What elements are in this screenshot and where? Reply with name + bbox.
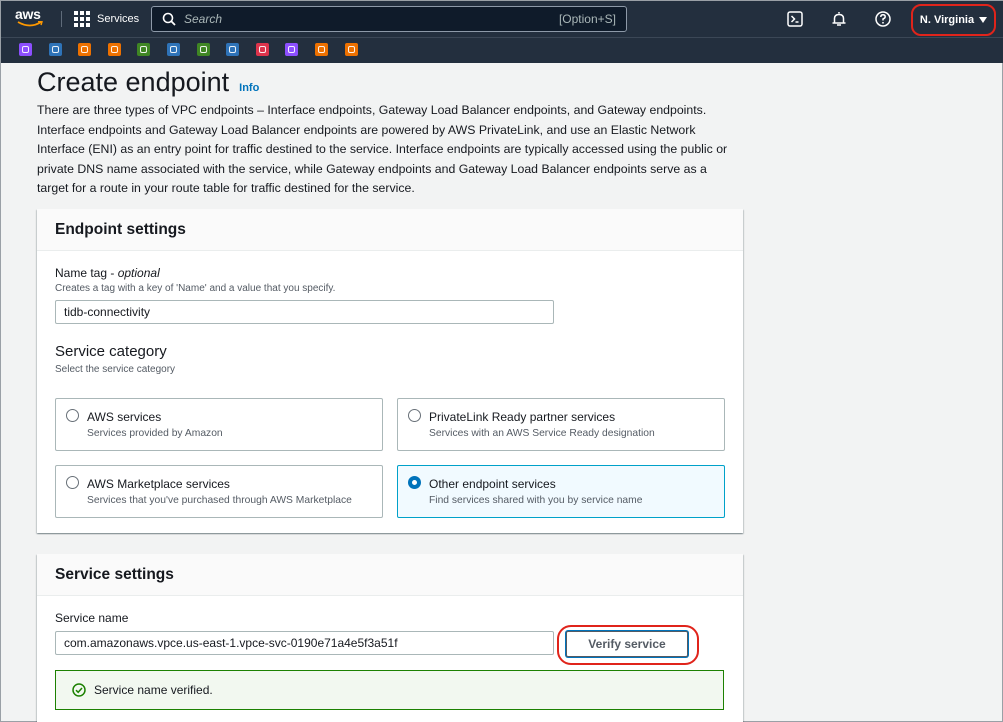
radio-button[interactable]	[66, 409, 79, 422]
terminal-icon[interactable]	[786, 10, 804, 28]
service-settings-header: Service settings	[37, 554, 743, 596]
info-link[interactable]: Info	[239, 82, 259, 94]
verify-service-button[interactable]: Verify service	[566, 631, 688, 657]
aws-smile-icon	[17, 21, 43, 27]
services-label: Services	[97, 13, 140, 25]
nav-divider	[61, 11, 62, 27]
endpoint-settings-header: Endpoint settings	[37, 209, 743, 251]
radio-button[interactable]	[408, 409, 421, 422]
services-menu-button[interactable]: Services	[74, 10, 139, 28]
fav-service-10-icon[interactable]	[285, 43, 299, 56]
name-tag-description: Creates a tag with a key of 'Name' and a…	[55, 283, 336, 294]
service-settings-panel: Service settings Service name Verify ser…	[37, 554, 743, 722]
search-input[interactable]	[176, 12, 559, 26]
service-category-title: Service category	[55, 343, 167, 360]
option-description: Services provided by Amazon	[87, 428, 223, 439]
option-privatelink-partner-services[interactable]: PrivateLink Ready partner services Servi…	[397, 398, 725, 451]
check-circle-icon	[72, 683, 86, 697]
fav-service-12-icon[interactable]	[344, 43, 358, 56]
fav-service-7-icon[interactable]	[196, 43, 210, 56]
option-title: Other endpoint services	[429, 477, 556, 491]
fav-service-4-icon[interactable]	[107, 43, 121, 56]
aws-logo[interactable]: aws	[15, 7, 49, 31]
aws-logo-text: aws	[15, 6, 41, 22]
fav-service-9-icon[interactable]	[255, 43, 269, 56]
radio-button[interactable]	[66, 476, 79, 489]
region-label: N. Virginia	[919, 14, 975, 26]
name-tag-label: Name tag - optional	[55, 266, 160, 280]
fav-service-6-icon[interactable]	[167, 43, 180, 56]
success-alert: Service name verified.	[55, 670, 724, 710]
search-bar[interactable]: [Option+S]	[151, 6, 627, 32]
option-aws-services[interactable]: AWS services Services provided by Amazon	[55, 398, 383, 451]
option-aws-marketplace-services[interactable]: AWS Marketplace services Services that y…	[55, 465, 383, 518]
option-title: AWS Marketplace services	[87, 477, 230, 491]
fav-service-8-icon[interactable]	[226, 43, 240, 56]
endpoint-settings-panel: Endpoint settings Name tag - optional Cr…	[37, 209, 743, 533]
option-title: PrivateLink Ready partner services	[429, 410, 616, 424]
fav-service-1-icon[interactable]	[19, 43, 32, 56]
favorites-bar	[1, 37, 1003, 63]
fav-service-11-icon[interactable]	[315, 43, 328, 56]
option-description: Find services shared with you by service…	[429, 495, 643, 506]
service-settings-title: Service settings	[55, 565, 174, 583]
optional-marker: optional	[117, 266, 160, 280]
option-description: Services with an AWS Service Ready desig…	[429, 428, 655, 439]
bell-icon[interactable]	[830, 10, 848, 28]
help-icon[interactable]	[874, 10, 892, 28]
region-selector[interactable]: N. Virginia	[911, 4, 996, 36]
page-description: There are three types of VPC endpoints –…	[37, 103, 728, 195]
service-category-description: Select the service category	[55, 364, 176, 375]
fav-service-3-icon[interactable]	[78, 43, 92, 56]
option-other-endpoint-services[interactable]: Other endpoint services Find services sh…	[397, 465, 725, 518]
option-title: AWS services	[87, 410, 162, 424]
endpoint-settings-title: Endpoint settings	[55, 220, 186, 238]
caret-down-icon	[979, 17, 988, 23]
page-title: Create endpoint	[37, 67, 230, 97]
search-icon	[162, 12, 176, 26]
success-alert-text: Service name verified.	[94, 683, 213, 697]
name-tag-label-text: Name tag -	[55, 266, 118, 280]
page-header: Create endpoint Info	[37, 67, 259, 98]
name-tag-input[interactable]	[55, 300, 554, 324]
search-shortcut-hint: [Option+S]	[558, 12, 616, 26]
grid-icon	[74, 11, 90, 27]
fav-service-5-icon[interactable]	[137, 43, 151, 56]
radio-button-selected[interactable]	[408, 476, 421, 489]
top-navigation: aws Services [Option+S] N. Virginia	[1, 1, 1003, 37]
service-name-label: Service name	[55, 611, 129, 625]
service-name-input[interactable]	[55, 631, 554, 655]
option-description: Services that you've purchased through A…	[87, 495, 352, 506]
fav-service-2-icon[interactable]	[48, 43, 62, 56]
